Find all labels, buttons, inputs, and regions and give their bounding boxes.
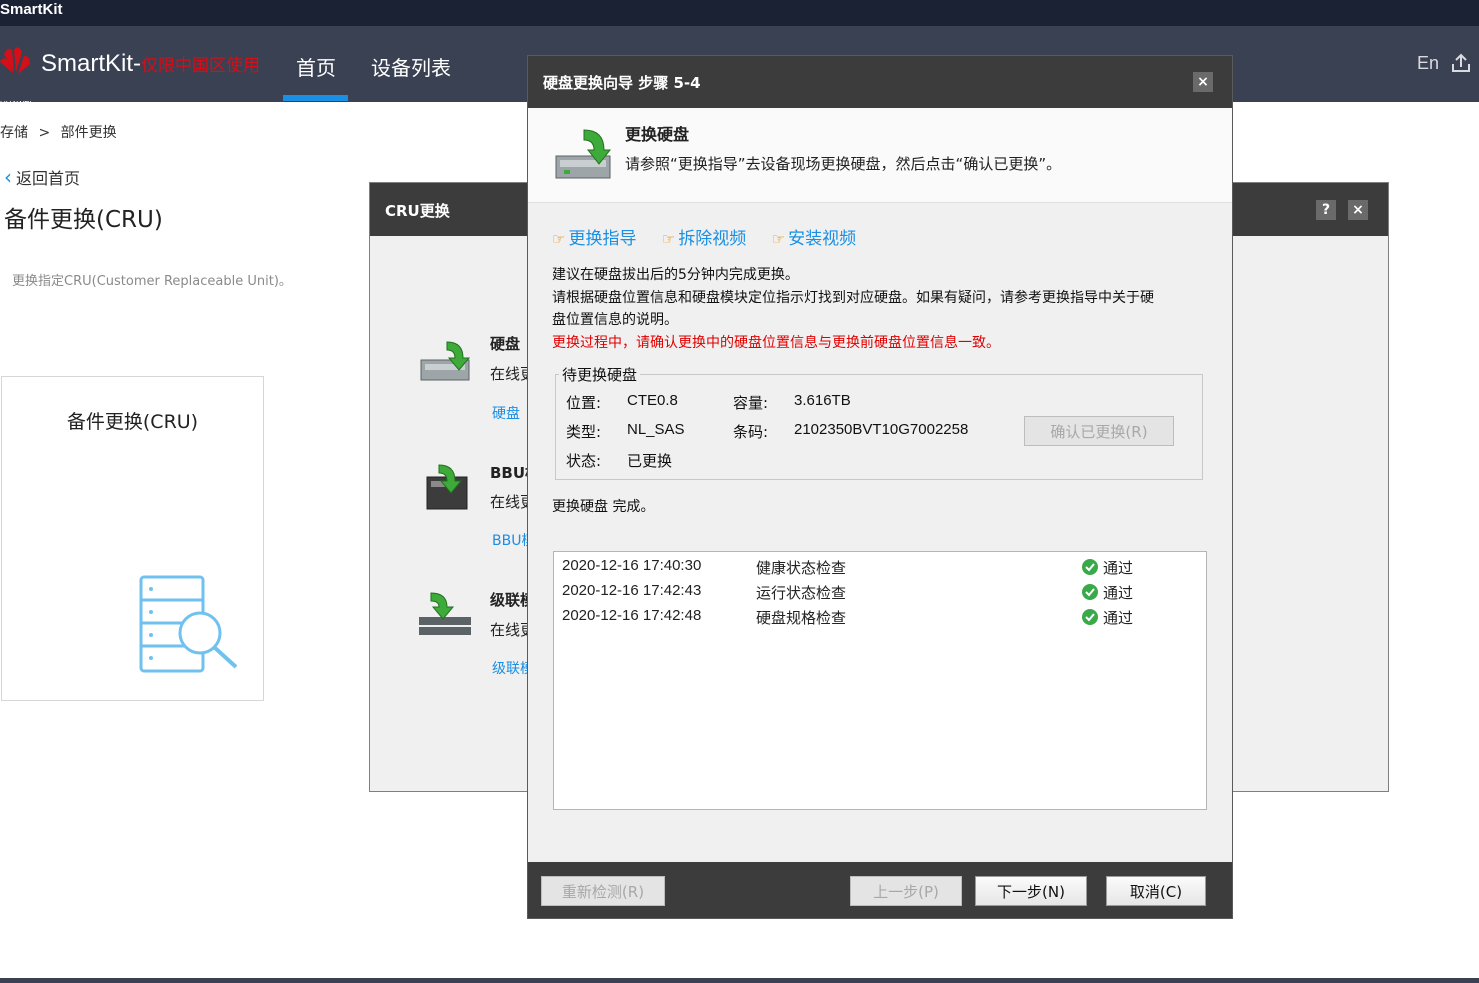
bbu-replace-icon xyxy=(426,464,468,510)
cancel-button[interactable]: 取消(C) xyxy=(1106,876,1206,906)
log-row: 2020-12-16 17:42:48 硬盘规格检查 通过 xyxy=(554,607,1206,631)
banner-title: 更换硬盘 xyxy=(625,125,690,144)
next-button[interactable]: 下一步(N) xyxy=(975,876,1087,906)
brand-name: SmartKit- xyxy=(41,50,142,77)
log-check-name: 运行状态检查 xyxy=(756,584,847,602)
wizard-title: 硬盘更换向导 步骤 5-4 xyxy=(543,74,701,92)
brand-region-note: 仅限中国区使用 xyxy=(141,56,261,75)
cru-dialog-title: CRU更换 xyxy=(385,202,450,220)
close-icon[interactable]: × xyxy=(1348,200,1368,220)
close-icon[interactable]: × xyxy=(1193,72,1213,92)
cru-item-name: 硬盘 xyxy=(490,335,521,353)
disk-replace-icon xyxy=(420,341,471,381)
window-title: SmartKit xyxy=(0,1,63,18)
warning-text: 更换过程中，请确认更换中的硬盘位置信息与更换前硬盘位置信息一致。 xyxy=(552,335,1000,351)
wizard-header: 硬盘更换向导 步骤 5-4 × xyxy=(528,56,1232,108)
pointing-hand-icon: ☞ xyxy=(552,230,566,248)
nav-home[interactable]: 首页 xyxy=(296,52,336,81)
expansion-module-replace-icon xyxy=(419,592,471,635)
capacity-value: 3.616TB xyxy=(794,392,851,409)
guide-link[interactable]: 更换指导 xyxy=(568,229,636,249)
confirm-replaced-button[interactable]: 确认已更换(R) xyxy=(1024,416,1174,446)
install-video-link[interactable]: 安装视频 xyxy=(788,229,856,249)
logo-text: HUAWEI xyxy=(0,100,32,109)
cru-item-link[interactable]: 硬盘 xyxy=(492,403,520,423)
back-label: 返回首页 xyxy=(16,169,81,188)
log-row: 2020-12-16 17:42:43 运行状态检查 通过 xyxy=(554,582,1206,606)
breadcrumb-root[interactable]: 存储 xyxy=(0,125,28,141)
breadcrumb: 存储 > 部件更换 xyxy=(0,122,117,142)
disk-replace-icon xyxy=(555,129,612,179)
nav-active-indicator xyxy=(283,95,348,101)
banner-description: 请参照“更换指导”去设备现场更换硬盘，然后点击“确认已更换”。 xyxy=(625,155,1062,173)
location-value: CTE0.8 xyxy=(627,392,678,409)
removal-video-link[interactable]: 拆除视频 xyxy=(678,229,746,249)
wizard-banner: 更换硬盘 请参照“更换指导”去设备现场更换硬盘，然后点击“确认已更换”。 xyxy=(528,108,1232,203)
log-time: 2020-12-16 17:40:30 xyxy=(562,557,702,574)
type-value: NL_SAS xyxy=(627,421,685,438)
log-time: 2020-12-16 17:42:48 xyxy=(562,607,702,624)
status-value: 已更换 xyxy=(627,453,673,470)
back-link[interactable]: ‹ 返回首页 xyxy=(4,165,80,189)
check-circle-icon xyxy=(1082,609,1098,625)
instruction-locate: 请根据硬盘位置信息和硬盘模块定位指示灯找到对应硬盘。如果有疑问，请参考更换指导中… xyxy=(552,290,1154,306)
log-result: 通过 xyxy=(1103,609,1134,627)
pointing-hand-icon: ☞ xyxy=(661,230,676,248)
log-result: 通过 xyxy=(1103,584,1134,602)
breadcrumb-separator: > xyxy=(38,125,51,141)
status-label: 状态: xyxy=(566,452,602,470)
check-circle-icon xyxy=(1082,559,1098,575)
server-search-icon xyxy=(139,575,238,673)
chevron-left-icon: ‹ xyxy=(4,165,12,189)
pending-disk-legend: 待更换硬盘 xyxy=(559,364,641,385)
language-switch[interactable]: En xyxy=(1417,53,1439,74)
help-icon[interactable]: ? xyxy=(1316,200,1336,220)
brand-title[interactable]: SmartKit-仅限中国区使用 xyxy=(41,50,260,78)
log-check-name: 硬盘规格检查 xyxy=(756,609,847,627)
complete-text: 更换硬盘 完成。 xyxy=(552,499,655,515)
guide-links: ☞ 更换指导 ☞ 拆除视频 ☞ 安装视频 xyxy=(552,224,876,249)
check-log[interactable]: 2020-12-16 17:40:30 健康状态检查 通过 2020-12-16… xyxy=(553,551,1207,810)
cru-card[interactable]: 备件更换(CRU) xyxy=(1,376,264,701)
log-time: 2020-12-16 17:42:43 xyxy=(562,582,702,599)
instruction-time: 建议在硬盘拔出后的5分钟内完成更换。 xyxy=(552,267,799,283)
capacity-label: 容量: xyxy=(733,394,769,412)
page-description: 更换指定CRU(Customer Replaceable Unit)。 xyxy=(12,274,292,289)
wizard-footer: 重新检测(R) 上一步(P) 下一步(N) 取消(C) xyxy=(528,862,1232,918)
breadcrumb-current: 部件更换 xyxy=(60,125,117,141)
pointing-hand-icon: ☞ xyxy=(771,230,786,248)
page-title: 备件更换(CRU) xyxy=(4,207,163,233)
bottom-bar xyxy=(0,978,1479,983)
check-circle-icon xyxy=(1082,584,1098,600)
prev-button[interactable]: 上一步(P) xyxy=(850,876,962,906)
log-result: 通过 xyxy=(1103,559,1134,577)
log-row: 2020-12-16 17:40:30 健康状态检查 通过 xyxy=(554,557,1206,581)
barcode-label: 条码: xyxy=(733,423,769,441)
window-titlebar: SmartKit xyxy=(0,0,1479,26)
disk-replace-wizard: 硬盘更换向导 步骤 5-4 × 更换硬盘 请参照“更换指导”去设备现场更换硬盘，… xyxy=(527,55,1233,919)
barcode-value: 2102350BVT10G7002258 xyxy=(794,421,969,438)
log-check-name: 健康状态检查 xyxy=(756,559,847,577)
nav-device-list[interactable]: 设备列表 xyxy=(371,52,451,81)
huawei-logo-icon xyxy=(0,47,30,74)
location-label: 位置: xyxy=(566,394,602,412)
recheck-button[interactable]: 重新检测(R) xyxy=(541,876,665,906)
card-title: 备件更换(CRU) xyxy=(66,411,199,433)
instruction-locate-cont: 盘位置信息的说明。 xyxy=(552,312,678,328)
export-icon[interactable] xyxy=(1450,52,1472,74)
type-label: 类型: xyxy=(566,423,602,441)
